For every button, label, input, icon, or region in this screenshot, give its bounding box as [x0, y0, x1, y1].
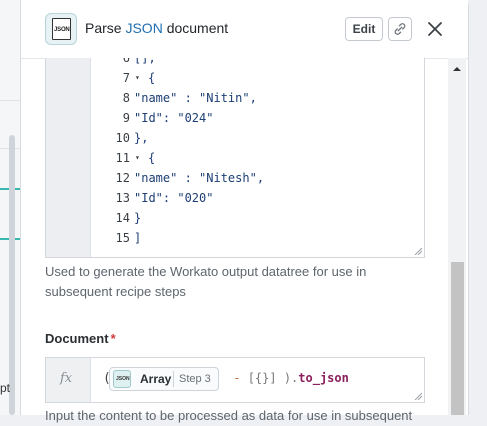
title-suffix: document: [162, 20, 229, 36]
formula-brackets: [{}]: [247, 371, 277, 385]
panel-header: JSON Parse JSON document Edit: [21, 0, 468, 59]
line-number: 6: [122, 58, 130, 65]
formula-operator: -: [226, 371, 248, 385]
code-line: 6 [],: [46, 58, 424, 68]
document-formula-input[interactable]: fx ( JSON Array Step 3 - [{}] ).to_json: [45, 357, 425, 403]
code-text: }: [134, 211, 142, 225]
formula-mode-toggle[interactable]: fx: [46, 358, 91, 402]
json-icon-text: JSON: [54, 27, 70, 33]
scroll-up-arrow-icon[interactable]: [452, 64, 462, 74]
code-line: 11 ▾ {: [46, 148, 424, 168]
code-text: "Id": "020": [134, 191, 214, 205]
code-line: 8 "name" : "Nitin",: [46, 88, 424, 108]
code-line: 13 "Id": "020": [46, 188, 424, 208]
sample-document-editor[interactable]: 6 [], 7 ▾ { 8 "name" : "Nitin", 9 "Id": …: [45, 58, 425, 258]
link-icon: [394, 23, 406, 35]
step-config-panel: JSON Parse JSON document Edit 6 [], 7 ▾ …: [20, 0, 469, 423]
code-line: 7 ▾ {: [46, 68, 424, 88]
fold-toggle-icon[interactable]: ▾: [135, 68, 140, 88]
formula-close: ).: [276, 371, 299, 385]
required-mark: *: [110, 331, 116, 346]
line-number: 14: [115, 211, 130, 225]
edit-button[interactable]: Edit: [345, 17, 383, 41]
code-text: },: [134, 131, 149, 145]
bg-partial-text: pt: [0, 381, 11, 395]
formula-method: to_json: [298, 371, 349, 385]
line-number: 7: [122, 71, 130, 85]
code-text: {: [148, 71, 156, 85]
datapill-divider: [173, 371, 174, 387]
code-text: [],: [134, 58, 156, 65]
json-pill-icon-text: JSON: [116, 376, 130, 382]
sample-document-hint: Used to generate the Workato output data…: [45, 264, 367, 299]
datapill-step: Step 3: [179, 373, 211, 385]
document-label-text: Document: [45, 331, 109, 346]
link-button[interactable]: [388, 17, 412, 41]
line-number: 9: [122, 111, 130, 125]
document-field-hint: Input the content to be processed as dat…: [45, 408, 413, 423]
title-prefix: Parse: [85, 20, 126, 36]
bg-scrollbar[interactable]: [9, 135, 15, 415]
close-button[interactable]: [424, 17, 446, 41]
code-line: 14 }: [46, 208, 424, 228]
code-line: 9 "Id": "024": [46, 108, 424, 128]
fx-icon: fx: [60, 371, 73, 386]
resize-handle-icon[interactable]: [414, 392, 422, 400]
json-pill-icon: JSON: [113, 370, 131, 388]
json-document-icon: JSON: [52, 18, 71, 40]
title-accent: JSON: [125, 20, 163, 36]
document-field-label: Document *: [45, 331, 116, 346]
line-number: 8: [122, 91, 130, 105]
line-number: 15: [115, 231, 130, 245]
scrollbar-thumb[interactable]: [451, 262, 464, 415]
close-icon: [428, 22, 442, 36]
datapill-field-name: Array: [140, 372, 172, 386]
code-text: {: [148, 151, 156, 165]
code-line: 10 },: [46, 128, 424, 148]
code-text: "Id": "024": [134, 111, 214, 125]
line-number: 12: [115, 171, 130, 185]
code-line: 15 ]: [46, 228, 424, 248]
datapill-array[interactable]: JSON Array Step 3: [109, 367, 219, 391]
fold-toggle-icon[interactable]: ▾: [135, 148, 140, 168]
formula-expression: - [{}] ).to_json: [226, 371, 349, 385]
resize-handle-icon[interactable]: [414, 247, 422, 255]
line-number: 13: [115, 191, 130, 205]
line-number: 10: [115, 131, 130, 145]
code-text: "name" : "Nitesh",: [134, 171, 265, 185]
code-text: ]: [134, 231, 142, 245]
page-title: Parse JSON document: [85, 20, 228, 36]
json-app-icon: JSON: [45, 13, 77, 45]
code-text: "name" : "Nitin",: [134, 91, 257, 105]
code-line: 12 "name" : "Nitesh",: [46, 168, 424, 188]
line-number: 11: [115, 151, 130, 165]
